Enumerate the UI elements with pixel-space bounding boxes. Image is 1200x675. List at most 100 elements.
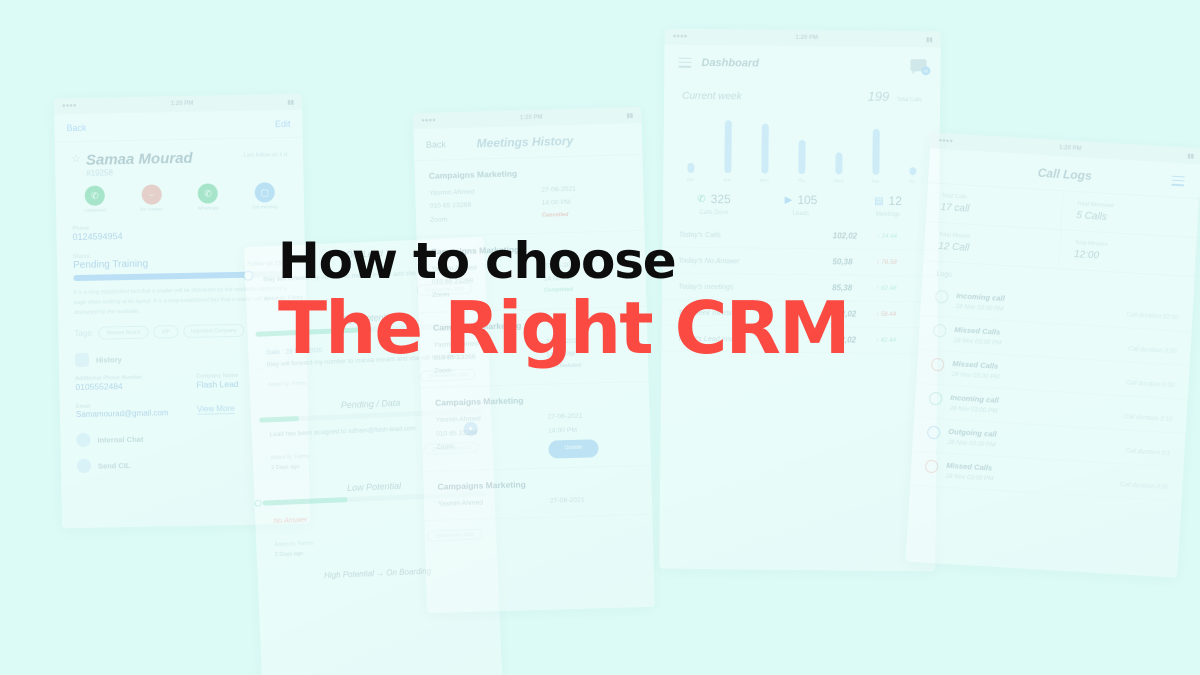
hamburger-icon[interactable] xyxy=(678,55,692,70)
meeting-title: Campaigns Marketing xyxy=(437,478,526,492)
call-duration: Call duration 0:1 xyxy=(1125,447,1171,458)
chart-bar-column: Sun xyxy=(716,120,739,182)
chat-icon xyxy=(76,433,91,448)
whatsapp-icon: ✆ xyxy=(197,183,219,204)
call-duration: Call duration 0:00 xyxy=(1125,379,1175,390)
action-no-answer[interactable]: ⌣ No Answer xyxy=(128,184,175,213)
tag-chip[interactable]: VIP xyxy=(153,325,179,339)
call-summary-grid: Total Calls 17 call Total Received 5 Cal… xyxy=(923,183,1200,278)
meeting-date: 27-06-2021 xyxy=(549,496,585,505)
meeting-card[interactable]: Campaigns Marketing Yasmin Ahmed 010 65 … xyxy=(414,154,645,237)
summary-total-missed: Total Missed 12 Call xyxy=(923,222,1062,270)
call-type-icon xyxy=(928,391,943,406)
email-value: Samamourad@gmail.com xyxy=(75,408,169,420)
event-author: Added by: Fahmy xyxy=(274,540,314,548)
call-type-icon xyxy=(932,323,947,338)
meeting-time: 14:00 PM xyxy=(547,426,578,435)
action-label: No Answer xyxy=(140,207,164,213)
hamburger-icon[interactable] xyxy=(1171,173,1185,189)
meeting-channel: Zoom xyxy=(429,215,448,224)
chart-x-label: Sun xyxy=(723,177,732,183)
kpi-leads: ▶ 105 Leads xyxy=(770,193,832,218)
total-calls-value: 199 xyxy=(867,88,890,105)
event-author: Added by: Fahmy xyxy=(270,453,311,461)
phone-missed-icon: ⌣ xyxy=(141,184,162,205)
chart-bar-column: Sat xyxy=(679,120,702,182)
tag-chip[interactable]: Important Company xyxy=(182,324,245,339)
call-type-icon xyxy=(924,459,939,474)
action-answered[interactable]: ✆ Answered xyxy=(72,185,119,214)
send-icon xyxy=(76,459,92,474)
clock-label: 1:20 PM xyxy=(170,100,194,108)
chart-x-label: Fri xyxy=(909,179,915,185)
status-badge: Cancelled xyxy=(541,211,569,219)
dashboard-header: Dashboard 12 xyxy=(664,45,940,79)
chat-bubble-icon[interactable]: 12 xyxy=(910,58,931,75)
current-week-label: Current week xyxy=(682,90,742,103)
total-calls-label: Total Calls xyxy=(896,97,923,104)
call-duration: Call duration 0:00 xyxy=(1119,481,1169,492)
stat-delta: ↓ 78.58 xyxy=(876,258,897,267)
weekly-calls-bar-chart: Sat Sun Mon Thu Wed Tue Fri xyxy=(663,104,940,185)
update-button[interactable]: Update xyxy=(548,438,599,459)
headline-line-2: The Right CRM xyxy=(278,286,851,370)
call-type-icon xyxy=(930,357,945,372)
chart-bar xyxy=(686,162,694,174)
summary-value: 12 Call xyxy=(937,241,970,254)
meeting-person: Yasmin Ahmed xyxy=(435,415,481,425)
chart-x-label: Mon xyxy=(759,177,769,183)
play-icon: ▶ xyxy=(784,194,793,206)
meeting-card[interactable]: Campaigns Marketing Yasmin Ahmed 27-06-2… xyxy=(423,465,653,522)
chart-bar xyxy=(760,123,769,174)
meeting-title: Campaigns Marketing xyxy=(428,168,518,181)
call-duration: Call duration 02:50 xyxy=(1126,311,1179,322)
meeting-title: Campaigns Marketing xyxy=(435,395,524,409)
back-button[interactable]: Back xyxy=(66,123,86,133)
summary-total-minutes: Total Minutes 12:00 xyxy=(1059,230,1198,278)
chart-bar-column: Fri xyxy=(901,122,924,184)
kpi-caption: Calls Done xyxy=(699,210,729,217)
call-duration: Call duration 0:10 xyxy=(1123,413,1173,424)
chart-x-label: Wed xyxy=(833,178,843,184)
history-icon xyxy=(74,353,90,368)
chart-bar-column: Thu xyxy=(790,121,813,183)
kpi-value: 105 xyxy=(797,193,818,208)
chart-bar xyxy=(723,120,732,174)
chat-badge: 12 xyxy=(921,65,931,75)
action-set-meeting[interactable]: ▢ Set meeting xyxy=(242,182,289,211)
view-more-link[interactable]: View More xyxy=(196,404,235,416)
stat-delta: ↑ 62.48 xyxy=(876,284,897,293)
summary-value: 17 call xyxy=(940,202,970,215)
event-author: Added by: Fahmy xyxy=(267,380,307,388)
meeting-card[interactable]: Campaigns Marketing Yasmin Ahmed 010 65 … xyxy=(420,382,651,472)
star-icon[interactable]: ☆ xyxy=(71,152,81,165)
headline-line-1: How to choose xyxy=(278,232,677,290)
chart-x-label: Thu xyxy=(797,178,806,184)
meeting-phone: 010 65 23268 xyxy=(429,201,472,211)
page-title: Call Logs xyxy=(1037,165,1093,183)
chart-bar-column: Mon xyxy=(753,121,776,183)
phone-icon: ✆ xyxy=(697,193,706,205)
action-whatsapp[interactable]: ✆ Whatsapp xyxy=(185,183,232,212)
call-type-icon xyxy=(926,425,941,440)
back-button[interactable]: Back xyxy=(426,139,446,150)
calendar-icon: ▢ xyxy=(254,182,275,203)
kpi-value: 325 xyxy=(710,192,731,207)
tags-label: Tags: xyxy=(74,329,94,339)
kpi-meetings: ▤ 12 Meetings xyxy=(857,194,919,219)
carrier-label: ●●●● xyxy=(61,102,77,110)
battery-icon: ▮▮ xyxy=(287,99,295,106)
kpi-value: 12 xyxy=(888,194,903,209)
action-label: Whatsapp xyxy=(197,206,220,212)
page-title: Dashboard xyxy=(701,56,760,70)
chart-bar xyxy=(871,128,880,175)
poster-headline: How to choose The Right CRM xyxy=(278,232,851,370)
tag-chip[interactable]: Heaven Beach xyxy=(98,325,149,340)
summary-value: 5 Calls xyxy=(1075,210,1108,224)
page-title: Meetings History xyxy=(476,133,574,151)
poster-canvas: ●●●● 1:20 PM ▮▮ Back Edit ☆ Samaa Mourad… xyxy=(0,0,1200,675)
phone-answered-icon: ✆ xyxy=(84,185,105,206)
summary-value: 12:00 xyxy=(1073,249,1100,262)
edit-button[interactable]: Edit xyxy=(275,119,291,129)
meeting-channel: Zoom xyxy=(436,443,454,451)
